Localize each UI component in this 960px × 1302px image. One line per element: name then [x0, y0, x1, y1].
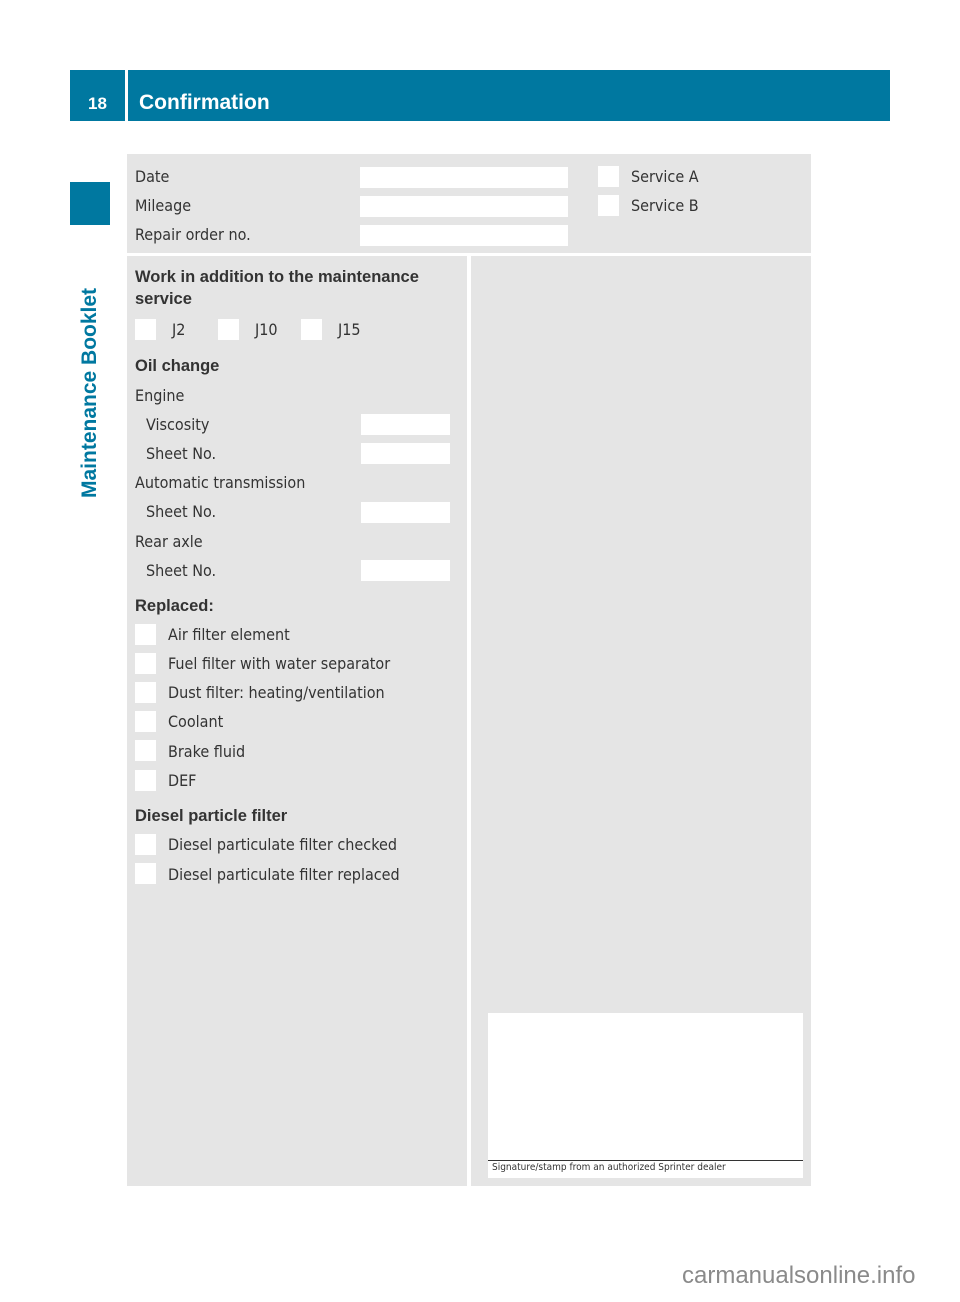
dpf-checked-label: Diesel particulate filter checked: [168, 835, 397, 854]
page-title: Confirmation: [139, 91, 270, 114]
date-label: Date: [135, 167, 170, 186]
service-b-checkbox[interactable]: [598, 195, 619, 216]
mileage-field[interactable]: [360, 196, 568, 217]
brake-fluid-checkbox[interactable]: [135, 740, 156, 761]
coolant-label: Coolant: [168, 712, 224, 731]
transmission-sheet-label: Sheet No.: [146, 502, 217, 521]
dust-filter-checkbox[interactable]: [135, 682, 156, 703]
viscosity-field[interactable]: [361, 414, 450, 435]
service-b-label: Service B: [631, 196, 699, 215]
dust-filter-label: Dust filter: heating/ventilation: [168, 683, 385, 702]
j15-label: J15: [338, 320, 361, 339]
j10-checkbox[interactable]: [218, 319, 239, 340]
brake-fluid-label: Brake fluid: [168, 742, 246, 761]
side-tab-marker: [70, 182, 110, 225]
coolant-checkbox[interactable]: [135, 711, 156, 732]
j2-label: J2: [172, 320, 186, 339]
dpf-heading: Diesel particle filter: [135, 807, 288, 825]
engine-sheet-field[interactable]: [361, 443, 450, 464]
rear-axle-sheet-label: Sheet No.: [146, 561, 217, 580]
fuel-filter-label: Fuel filter with water separator: [168, 654, 391, 673]
transmission-sheet-field[interactable]: [361, 502, 450, 523]
air-filter-checkbox[interactable]: [135, 624, 156, 645]
signature-caption: Signature/stamp from an authorized Sprin…: [492, 1162, 726, 1173]
dpf-replaced-checkbox[interactable]: [135, 863, 156, 884]
fuel-filter-checkbox[interactable]: [135, 653, 156, 674]
j10-label: J10: [255, 320, 278, 339]
repair-order-field[interactable]: [360, 225, 568, 246]
j2-checkbox[interactable]: [135, 319, 156, 340]
additional-work-heading-line1: Work in addition to the maintenance: [135, 268, 419, 286]
oil-change-heading: Oil change: [135, 357, 220, 375]
signature-line: [488, 1160, 803, 1161]
engine-sheet-label: Sheet No.: [146, 444, 217, 463]
date-field[interactable]: [360, 167, 568, 188]
rear-axle-sheet-field[interactable]: [361, 560, 450, 581]
page-number: 18: [88, 94, 107, 113]
dpf-checked-checkbox[interactable]: [135, 834, 156, 855]
engine-label: Engine: [135, 386, 185, 405]
service-a-checkbox[interactable]: [598, 166, 619, 187]
rear-axle-label: Rear axle: [135, 532, 203, 551]
additional-work-heading-line2: service: [135, 290, 192, 308]
j15-checkbox[interactable]: [301, 319, 322, 340]
signature-stamp-area[interactable]: [488, 1013, 803, 1178]
watermark: carmanualsonline.info: [682, 1262, 916, 1289]
section-header: Confirmation: [128, 70, 890, 121]
viscosity-label: Viscosity: [146, 415, 210, 434]
automatic-transmission-label: Automatic transmission: [135, 473, 306, 492]
def-label: DEF: [168, 771, 197, 790]
replaced-heading: Replaced:: [135, 597, 214, 615]
air-filter-label: Air filter element: [168, 625, 290, 644]
booklet-label: Maintenance Booklet: [78, 287, 101, 498]
mileage-label: Mileage: [135, 196, 192, 215]
page-number-badge: 18: [70, 70, 125, 121]
repair-order-label: Repair order no.: [135, 225, 251, 244]
service-a-label: Service A: [631, 167, 699, 186]
def-checkbox[interactable]: [135, 770, 156, 791]
dpf-replaced-label: Diesel particulate filter replaced: [168, 865, 400, 884]
